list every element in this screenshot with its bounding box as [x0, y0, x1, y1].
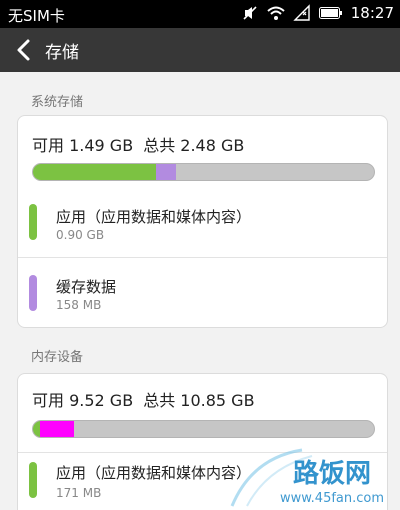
storage-summary: 可用 1.49 GB 总共 2.48 GB [32, 132, 244, 156]
battery-icon [318, 7, 342, 19]
item-name: 应用（应用数据和媒体内容） [56, 208, 252, 226]
usage-bar [32, 420, 375, 438]
color-chip [29, 204, 37, 240]
signal-icon [293, 4, 310, 21]
chevron-left-icon[interactable] [10, 36, 38, 64]
divider [18, 257, 387, 258]
watermark-url: www.45fan.com [280, 491, 384, 506]
usage-segment [155, 164, 177, 180]
item-size: 158 MB [56, 298, 102, 312]
watermark-logo: 路饭网 www.45fan.com [230, 448, 384, 507]
usage-segment [39, 421, 74, 437]
section-label-internal-storage: 内存设备 [31, 350, 84, 365]
color-chip [29, 462, 37, 498]
available-label: 可用 9.52 GB [32, 391, 134, 410]
storage-summary: 可用 9.52 GB 总共 10.85 GB [32, 387, 255, 411]
title-bar: 存储 [0, 28, 400, 72]
item-size: 171 MB [56, 486, 102, 500]
watermark-brand: 路饭网 [293, 458, 371, 489]
available-label: 可用 1.49 GB [32, 136, 134, 155]
wifi-icon [267, 6, 285, 20]
carrier-label: 无SIM卡 [8, 7, 65, 25]
usage-bar [32, 163, 375, 181]
item-size: 0.90 GB [56, 228, 105, 242]
status-icons: 18:27 [241, 4, 394, 22]
usage-segment [33, 421, 40, 437]
list-item[interactable]: 应用（应用数据和媒体内容） 0.90 GB [18, 200, 387, 258]
item-name: 缓存数据 [56, 278, 117, 296]
total-label: 总共 2.48 GB [143, 136, 245, 155]
usage-segment [33, 164, 156, 180]
clock: 18:27 [350, 4, 394, 22]
status-bar: 无SIM卡 18:27 [0, 0, 400, 28]
system-storage-card: 可用 1.49 GB 总共 2.48 GB 应用（应用数据和媒体内容） 0.90 … [17, 115, 388, 328]
list-item[interactable]: 缓存数据 158 MB [18, 271, 387, 325]
section-label-system-storage: 系统存储 [31, 95, 84, 110]
mute-icon [243, 6, 257, 20]
color-chip [29, 275, 37, 311]
total-label: 总共 10.85 GB [143, 391, 255, 410]
page-title: 存储 [45, 43, 79, 63]
